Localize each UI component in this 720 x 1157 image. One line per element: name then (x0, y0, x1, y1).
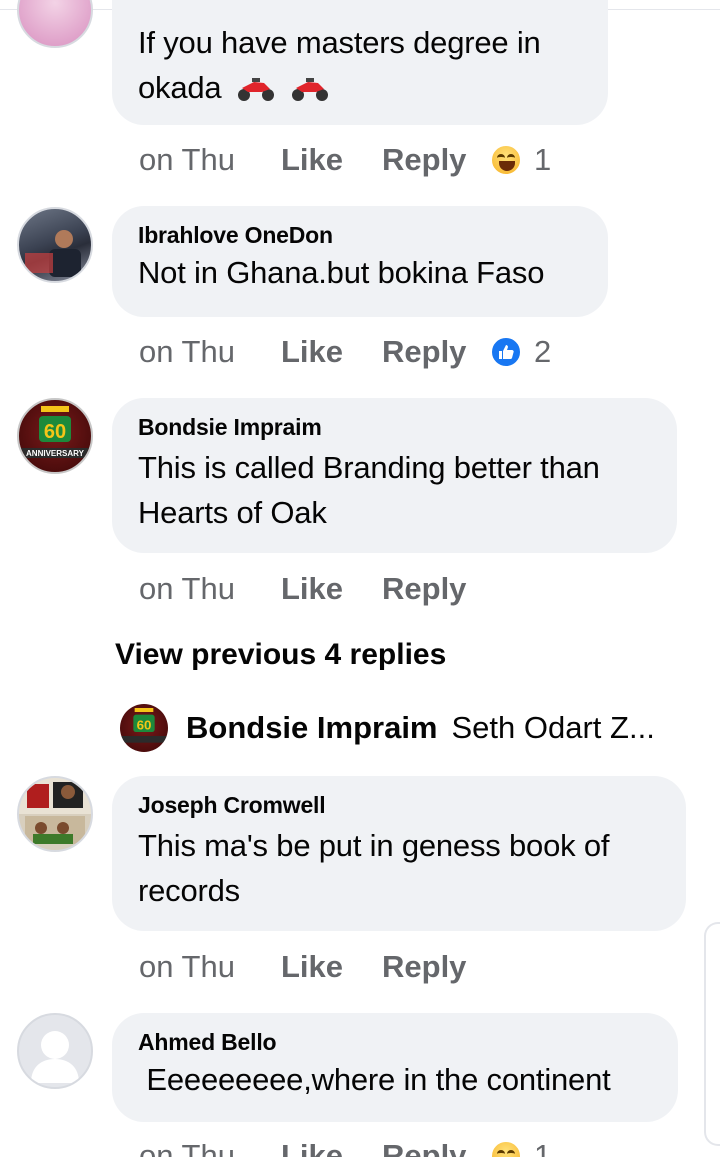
svg-text:ANNIVERSARY: ANNIVERSARY (26, 449, 85, 458)
comment-text: Not in Ghana.but bokina Faso (138, 255, 545, 290)
like-button[interactable]: Like (281, 334, 382, 370)
anniversary-logo-icon: 60 (120, 708, 168, 743)
default-profile-icon (31, 1031, 79, 1083)
comment-time[interactable]: on Thu (139, 571, 281, 607)
reaction-summary[interactable]: 1 (490, 1138, 551, 1157)
avatar[interactable] (17, 1013, 93, 1089)
comment-text: Eeeeeeeee,where in the continent (138, 1062, 611, 1097)
comment-actions: on Thu Like Reply 2 (139, 332, 551, 372)
comment-text: This is called Branding better than Hear… (138, 450, 600, 530)
comment-actions: on Thu Like Reply (139, 947, 490, 987)
reply-button[interactable]: Reply (382, 571, 490, 607)
reaction-count: 1 (534, 142, 552, 177)
anniversary-logo-icon: 60 ANNIVERSARY (19, 406, 91, 458)
comment-author[interactable]: Bondsie Impraim (138, 414, 651, 441)
comment-text: If you have masters degree in okada (138, 25, 541, 105)
like-button[interactable]: Like (281, 949, 382, 985)
reply-author: Bondsie Impraim (186, 710, 438, 745)
like-reaction-icon (490, 336, 522, 368)
avatar[interactable] (17, 0, 93, 48)
svg-text:60: 60 (137, 717, 152, 732)
reply-button[interactable]: Reply (382, 949, 490, 985)
comment-time[interactable]: on Thu (139, 142, 281, 178)
reply-button[interactable]: Reply (382, 142, 490, 178)
motorcycle-emoji-icon (237, 78, 274, 101)
haha-reaction-icon (490, 144, 522, 176)
haha-reaction-icon (490, 1140, 522, 1157)
reaction-summary[interactable]: 1 (490, 142, 551, 178)
avatar[interactable] (17, 207, 93, 283)
view-previous-replies-link[interactable]: View previous 4 replies (115, 638, 446, 672)
reply-snippet: Seth Odart Z... (451, 710, 655, 745)
comment-bubble: Bondsie Impraim This is called Branding … (112, 398, 677, 553)
comment-actions: on Thu Like Reply 1 (139, 140, 551, 180)
svg-text:60: 60 (44, 421, 66, 443)
person-photo-icon (25, 230, 81, 277)
comment-bubble: Joseph Cromwell This ma's be put in gene… (112, 776, 686, 931)
reaction-count: 2 (534, 334, 552, 369)
reply-preview[interactable]: 60 Bondsie Impraim Seth Odart Z... (120, 704, 655, 752)
comment-author[interactable]: Ibrahlove OneDon (138, 222, 582, 249)
comment-bubble: Ibrahlove OneDon Not in Ghana.but bokina… (112, 206, 608, 317)
comment-actions: on Thu Like Reply 1 (139, 1138, 551, 1157)
like-button[interactable]: Like (281, 142, 382, 178)
comment-bubble: Ahmed Bello Eeeeeeeee,where in the conti… (112, 1013, 678, 1122)
comment-actions: on Thu Like Reply (139, 569, 490, 609)
comment-time[interactable]: on Thu (139, 334, 281, 370)
comment-text: This ma's be put in geness book of recor… (138, 828, 610, 908)
like-button[interactable]: Like (281, 571, 382, 607)
scroll-handle[interactable] (704, 922, 720, 1146)
reply-button[interactable]: Reply (382, 334, 490, 370)
avatar[interactable] (17, 776, 93, 852)
reaction-count: 1 (534, 1138, 552, 1157)
avatar: 60 (120, 704, 168, 752)
comment-author[interactable]: Ahmed Bello (138, 1029, 652, 1056)
avatar[interactable]: 60 ANNIVERSARY (17, 398, 93, 474)
comment-bubble: If you have masters degree in okada (112, 0, 608, 125)
reaction-summary[interactable]: 2 (490, 334, 551, 370)
comment-time[interactable]: on Thu (139, 1138, 281, 1157)
comment-author[interactable]: Joseph Cromwell (138, 792, 660, 819)
group-photo-icon (25, 782, 85, 844)
reply-button[interactable]: Reply (382, 1138, 490, 1157)
comment-time[interactable]: on Thu (139, 949, 281, 985)
like-button[interactable]: Like (281, 1138, 382, 1157)
motorcycle-emoji-icon (292, 78, 329, 101)
